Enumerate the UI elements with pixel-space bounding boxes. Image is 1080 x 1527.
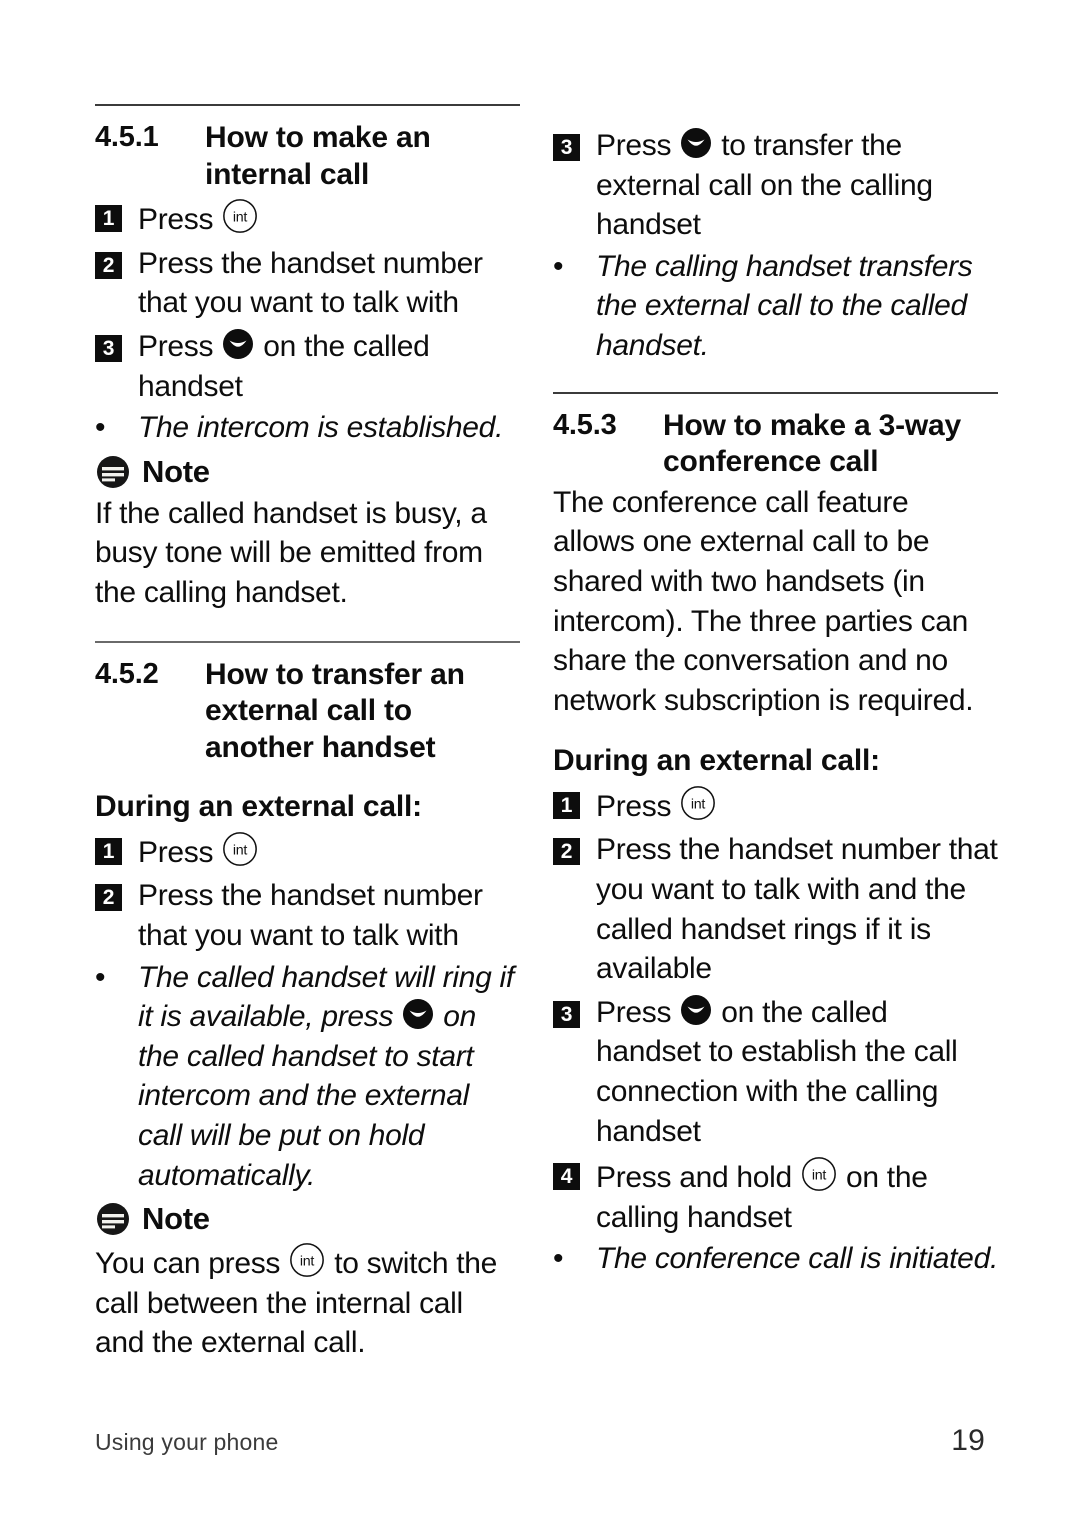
section-number: 4.5.2: [95, 657, 159, 690]
note-icon: [95, 1201, 131, 1237]
step-text-before: Press: [596, 995, 680, 1029]
step-marker: 1: [95, 205, 122, 233]
talk-key-icon: [679, 126, 713, 160]
step-text: Press the handset number that you want t…: [138, 246, 483, 320]
note-icon: [95, 454, 131, 490]
step-item: 2 Press the handset number that you want…: [95, 876, 520, 955]
step-text: Press to transfer the external call on t…: [596, 126, 998, 245]
section-heading-452: 4.5.2 How to transfer an external call t…: [95, 657, 520, 767]
bullet-dot-icon: •: [553, 1242, 564, 1276]
step-text: Press the handset number that you want t…: [596, 833, 998, 986]
two-column-body: 4.5.1 How to make an internal call 1 Pre…: [95, 104, 1015, 1363]
section-number: 4.5.1: [95, 121, 159, 153]
svg-text:int: int: [691, 797, 706, 813]
step-marker: 2: [95, 251, 122, 279]
section-title: How to transfer an external call to anot…: [205, 657, 465, 764]
section-heading-453: 4.5.3 How to make a 3-way conference cal…: [553, 408, 998, 481]
svg-text:int: int: [812, 1168, 827, 1184]
talk-key-icon: [221, 327, 255, 361]
note-body: You can press int to switch the call bet…: [95, 1241, 520, 1363]
step-text: Press and hold int on the calling handse…: [596, 1155, 998, 1237]
step-item: 1 Press int: [95, 830, 520, 873]
step-marker: 3: [553, 1000, 580, 1028]
step-text-before: Press: [596, 129, 680, 162]
step-text-before: Press: [138, 835, 222, 869]
note-heading: Note: [95, 454, 520, 490]
step-item: 3 Press to transfer the external call on…: [553, 126, 998, 245]
note-body-before: You can press: [95, 1247, 289, 1281]
bullet-text: The intercom is established.: [138, 411, 504, 445]
bullet-dot-icon: •: [553, 249, 564, 283]
svg-text:int: int: [233, 843, 248, 859]
bullet-item: • The calling handset transfers the exte…: [553, 247, 998, 366]
step-marker: 3: [553, 134, 580, 161]
section-heading-451: 4.5.1 How to make an internal call: [95, 120, 520, 193]
step-marker: 1: [95, 837, 122, 865]
section-title: How to make a 3-way conference call: [663, 408, 961, 479]
manual-page: 4.5.1 How to make an internal call 1 Pre…: [0, 0, 1080, 1527]
step-item: 3 Press on the called handset: [95, 327, 520, 406]
bullet-dot-icon: •: [95, 960, 106, 994]
bullet-text: The calling handset transfers the extern…: [596, 249, 973, 362]
subheading-during-external-call: During an external call:: [95, 790, 422, 824]
bullet-item: • The conference call is initiated.: [553, 1239, 998, 1279]
note-body: If the called handset is busy, a busy to…: [95, 496, 487, 609]
int-key-icon: int: [288, 1241, 326, 1279]
step-text: Press int: [138, 830, 520, 873]
step-item: 1 Press int: [553, 784, 998, 827]
bullet-item: • The called handset will ring if it is …: [95, 958, 520, 1196]
step-text: Press the handset number that you want t…: [138, 879, 483, 952]
section-number: 4.5.3: [553, 408, 617, 441]
talk-key-icon: [679, 993, 713, 1027]
int-key-icon: int: [221, 197, 259, 235]
step-item: 4 Press and hold int on the calling hand…: [553, 1155, 998, 1237]
right-column: 3 Press to transfer the external call on…: [553, 104, 998, 1363]
step-text-before: Press and hold: [596, 1161, 800, 1195]
step-marker: 1: [553, 791, 580, 819]
step-item: 2 Press the handset number that you want…: [95, 244, 520, 323]
int-key-icon: int: [800, 1155, 838, 1193]
step-item: 3 Press on the called handset to establi…: [553, 993, 998, 1151]
step-text-before: Press: [596, 789, 680, 823]
step-item: 1 Press int: [95, 197, 520, 240]
svg-text:int: int: [300, 1254, 315, 1270]
svg-text:int: int: [233, 210, 248, 226]
section-paragraph: The conference call feature allows one e…: [553, 485, 974, 717]
step-item: 2 Press the handset number that you want…: [553, 830, 998, 988]
subheading-during-external-call: During an external call:: [553, 744, 880, 778]
step-marker: 2: [95, 884, 122, 912]
step-text: Press on the called handset to establish…: [596, 993, 998, 1151]
step-marker: 4: [553, 1163, 580, 1191]
step-text-before: Press: [138, 329, 222, 363]
section-divider-452: [95, 640, 520, 643]
step-text: Press int: [596, 784, 998, 827]
step-text: Press on the called handset: [138, 327, 520, 406]
bullet-dot-icon: •: [95, 411, 106, 445]
section-divider-top: [95, 104, 520, 106]
section-divider-453: [553, 391, 998, 394]
page-number: 19: [951, 1424, 985, 1457]
footer-chapter-label: Using your phone: [95, 1429, 279, 1455]
note-heading: Note: [95, 1201, 520, 1237]
talk-key-icon: [401, 997, 435, 1031]
step-marker: 2: [553, 838, 580, 866]
bullet-text: The conference call is initiated.: [596, 1242, 998, 1276]
step-marker: 3: [95, 334, 122, 362]
step-text-before: Press: [138, 203, 222, 237]
note-label: Note: [142, 453, 210, 489]
page-footer: Using your phone 19: [95, 1424, 985, 1458]
left-column: 4.5.1 How to make an internal call 1 Pre…: [95, 104, 520, 1363]
bullet-text: The called handset will ring if it is av…: [138, 958, 520, 1196]
int-key-icon: int: [221, 830, 259, 868]
note-label: Note: [142, 1201, 210, 1237]
step-text: Press int: [138, 197, 520, 240]
section-title: How to make an internal call: [205, 121, 431, 191]
int-key-icon: int: [679, 784, 717, 822]
bullet-item: • The intercom is established.: [95, 408, 520, 448]
